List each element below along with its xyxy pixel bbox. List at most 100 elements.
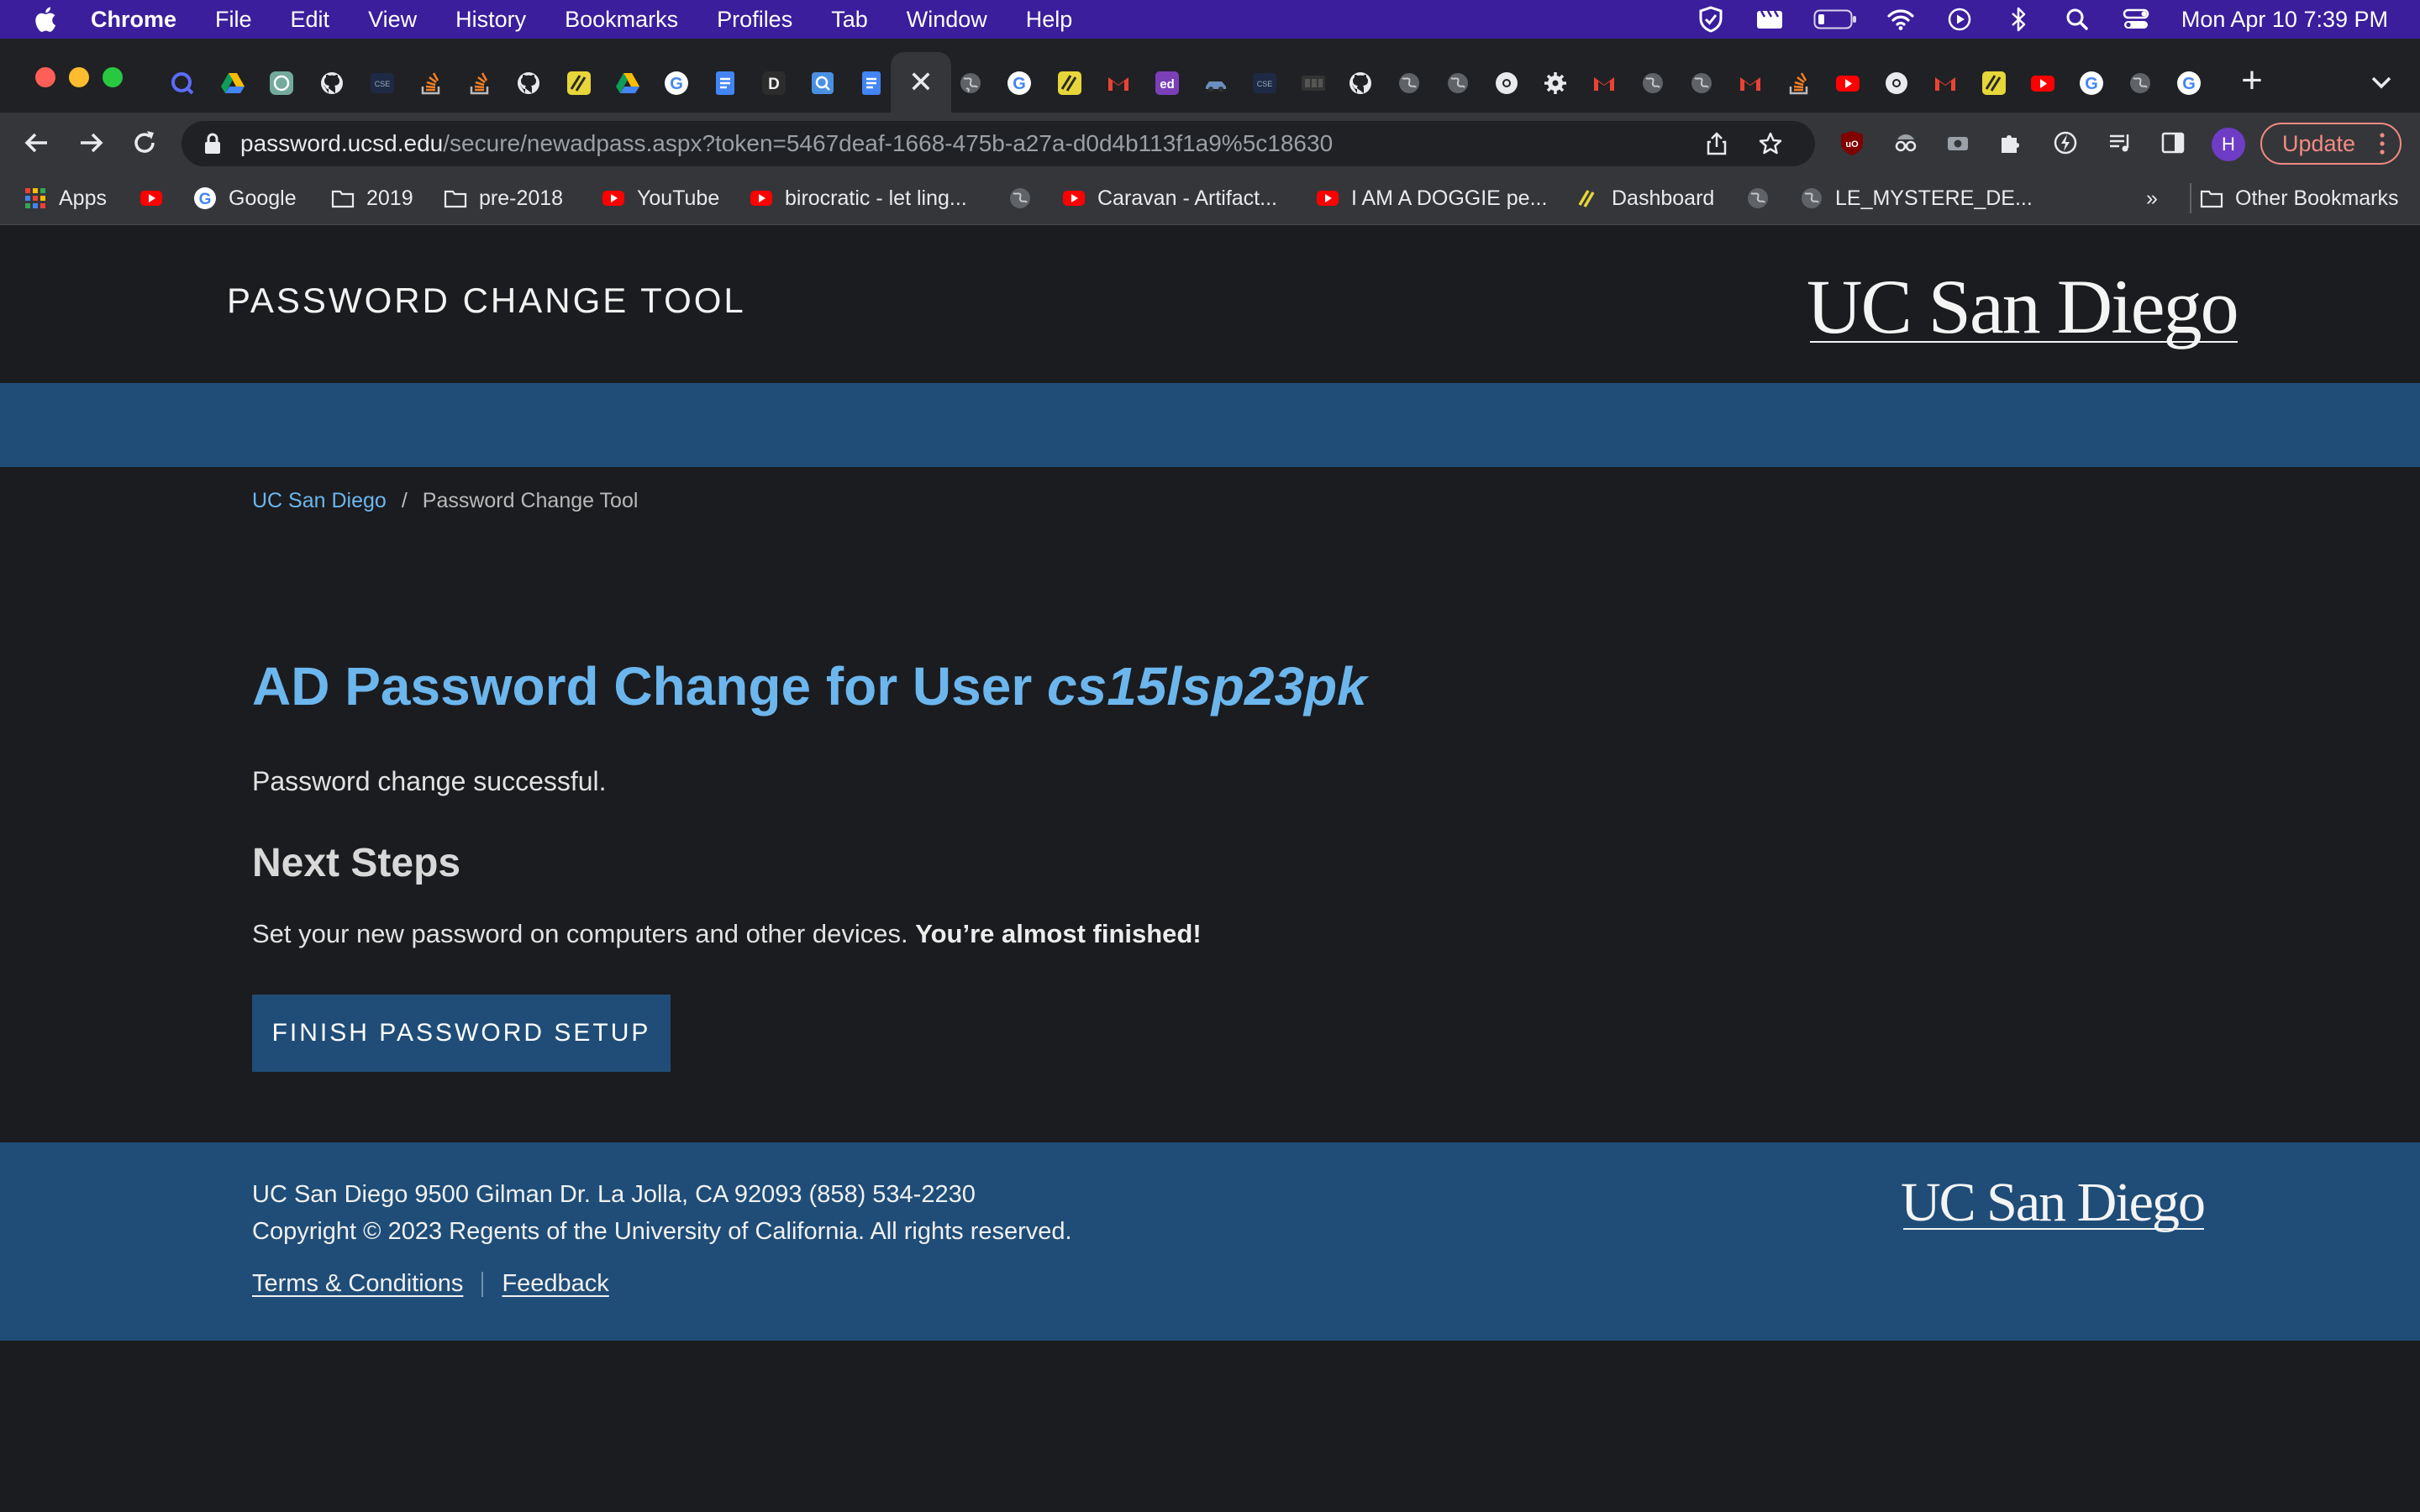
active-tab-close-icon[interactable]: ✕	[891, 52, 951, 113]
bluetooth-icon[interactable]	[2003, 7, 2033, 32]
menu-history[interactable]: History	[455, 7, 526, 33]
menu-view[interactable]: View	[368, 7, 417, 33]
tab-favicon-openai-icon[interactable]	[269, 71, 294, 96]
new-tab-button[interactable]: +	[2235, 62, 2269, 99]
bookmark-globe[interactable]	[1008, 183, 1032, 213]
bookmark-folder-2019[interactable]: 2019	[331, 183, 413, 213]
menu-tab[interactable]: Tab	[831, 7, 868, 33]
side-panel-icon[interactable]	[2160, 129, 2186, 156]
control-center-icon[interactable]	[2121, 7, 2151, 32]
tab-favicon-cse-icon[interactable]: CSE	[1252, 71, 1277, 96]
tab-favicon-docs-icon[interactable]	[859, 71, 884, 96]
feedback-link[interactable]: Feedback	[502, 1270, 608, 1298]
tab-favicon-github-icon[interactable]	[516, 71, 541, 96]
back-arrow-icon[interactable]	[22, 128, 52, 158]
tab-favicon-stackoverflow-icon[interactable]	[1786, 71, 1812, 96]
breadcrumb-home-link[interactable]: UC San Diego	[252, 489, 387, 512]
menu-window[interactable]: Window	[907, 7, 987, 33]
clapper-icon[interactable]	[1754, 7, 1785, 32]
finish-password-setup-button[interactable]: FINISH PASSWORD SETUP	[252, 995, 671, 1072]
tab-favicon-gmail-icon[interactable]	[1591, 71, 1617, 96]
tab-favicon-github-icon[interactable]	[1348, 71, 1373, 96]
spotlight-search-icon[interactable]	[2062, 7, 2092, 32]
tab-favicon-drive-icon[interactable]	[615, 71, 640, 96]
tab-favicon-github-icon[interactable]	[319, 71, 345, 96]
site-title[interactable]: PASSWORD CHANGE TOOL	[227, 281, 746, 321]
tab-favicon-d-icon[interactable]: D	[761, 71, 786, 96]
bookmark-youtube-icon-only[interactable]	[139, 183, 163, 213]
battery-icon[interactable]	[1813, 7, 1857, 32]
ublock-origin-icon[interactable]: uO	[1839, 129, 1865, 156]
shield-icon[interactable]	[1696, 6, 1726, 33]
extensions-puzzle-icon[interactable]	[1996, 129, 2023, 156]
tab-favicon-gear-icon[interactable]	[1543, 71, 1568, 96]
tab-favicon-search-icon[interactable]	[170, 71, 195, 96]
tab-favicon-gradescope-icon[interactable]	[1981, 71, 2007, 96]
menu-edit[interactable]: Edit	[291, 7, 330, 33]
tab-favicon-chrome-icon[interactable]	[1494, 71, 1519, 96]
tab-favicon-google-icon[interactable]: G	[2176, 71, 2202, 96]
menu-profiles[interactable]: Profiles	[717, 7, 792, 33]
tab-favicon-search-doc-icon[interactable]	[810, 71, 835, 96]
bookmark-apps[interactable]: Apps	[24, 183, 107, 213]
bookmark-caravan[interactable]: Caravan - Artifact...	[1062, 183, 1277, 213]
bookmarks-overflow-chevron[interactable]: »	[2146, 183, 2158, 213]
more-menu-icon[interactable]	[2380, 131, 2385, 156]
tab-favicon-globe-icon[interactable]	[1640, 71, 1665, 96]
tab-favicon-drive-icon[interactable]	[220, 71, 245, 96]
update-button[interactable]: Update	[2260, 123, 2402, 165]
address-bar[interactable]: password.ucsd.edu/secure/newadpass.aspx?…	[182, 121, 1815, 166]
tab-favicon-gmail-icon[interactable]	[1738, 71, 1763, 96]
tab-favicon-google-icon[interactable]: G	[1007, 71, 1032, 96]
close-window-button[interactable]	[35, 67, 55, 87]
bookmark-doggie[interactable]: I AM A DOGGIE pe...	[1316, 183, 1547, 213]
tab-favicon-gmail-icon[interactable]	[1106, 71, 1131, 96]
tab-favicon-docs-icon[interactable]	[713, 71, 738, 96]
bookmark-folder-pre2018[interactable]: pre-2018	[444, 183, 563, 213]
tab-favicon-globe-icon[interactable]	[1689, 71, 1714, 96]
extension-camera-icon[interactable]	[1944, 129, 1971, 156]
bookmark-dashboard[interactable]: Dashboard	[1576, 183, 1714, 213]
menu-file[interactable]: File	[215, 7, 252, 33]
media-queue-icon[interactable]	[2107, 129, 2134, 156]
tab-favicon-cse-icon[interactable]: CSE	[370, 71, 395, 96]
tab-favicon-globe-icon[interactable]	[2128, 71, 2153, 96]
tab-favicon-globe-icon[interactable]	[958, 71, 983, 96]
tab-favicon-stackoverflow-icon[interactable]	[467, 71, 492, 96]
profile-avatar[interactable]: H	[2212, 128, 2245, 161]
tab-favicon-gmail-icon[interactable]	[1933, 71, 1958, 96]
footer-ucsd-logo[interactable]: UC San Diego	[1901, 1171, 2206, 1235]
menu-bookmarks[interactable]: Bookmarks	[565, 7, 678, 33]
tab-favicon-google-icon[interactable]: G	[2079, 71, 2104, 96]
tab-favicon-film-icon[interactable]	[1301, 71, 1326, 96]
bookmark-google[interactable]: G Google	[193, 183, 297, 213]
forward-arrow-icon[interactable]	[76, 128, 106, 158]
bolt-circle-icon[interactable]	[2052, 129, 2079, 156]
tab-favicon-youtube-icon[interactable]	[1835, 71, 1860, 96]
ucsd-logo[interactable]: UC San Diego	[1807, 262, 2239, 351]
tab-favicon-ed-icon[interactable]: ed	[1155, 71, 1180, 96]
reload-icon[interactable]	[129, 128, 160, 158]
tab-search-chevron-icon[interactable]	[2366, 67, 2396, 97]
bookmark-star-icon[interactable]	[1758, 131, 1783, 156]
tab-favicon-gradescope-icon[interactable]	[566, 71, 592, 96]
tab-favicon-google-icon[interactable]: G	[664, 71, 689, 96]
bookmark-mystere[interactable]: LE_MYSTERE_DE...	[1800, 183, 2033, 213]
tab-favicon-car-icon[interactable]	[1203, 71, 1228, 96]
bookmark-globe[interactable]	[1746, 183, 1770, 213]
terms-link[interactable]: Terms & Conditions	[252, 1270, 463, 1298]
bookmark-youtube[interactable]: YouTube	[602, 183, 719, 213]
tab-favicon-gradescope-icon[interactable]	[1057, 71, 1082, 96]
tab-favicon-youtube-icon[interactable]	[2030, 71, 2055, 96]
apple-logo-icon[interactable]	[32, 5, 57, 34]
menu-app-name[interactable]: Chrome	[91, 7, 176, 33]
wifi-icon[interactable]	[1886, 7, 1916, 32]
zoom-window-button[interactable]	[103, 67, 123, 87]
tab-favicon-stackoverflow-icon[interactable]	[418, 71, 444, 96]
menu-help[interactable]: Help	[1026, 7, 1073, 33]
tab-favicon-chrome-icon[interactable]	[1884, 71, 1909, 96]
lock-icon[interactable]	[203, 132, 222, 155]
bookmark-birocratic[interactable]: birocratic - let ling...	[750, 183, 967, 213]
now-playing-icon[interactable]	[1944, 7, 1975, 32]
url-text[interactable]: password.ucsd.edu/secure/newadpass.aspx?…	[240, 130, 1333, 157]
